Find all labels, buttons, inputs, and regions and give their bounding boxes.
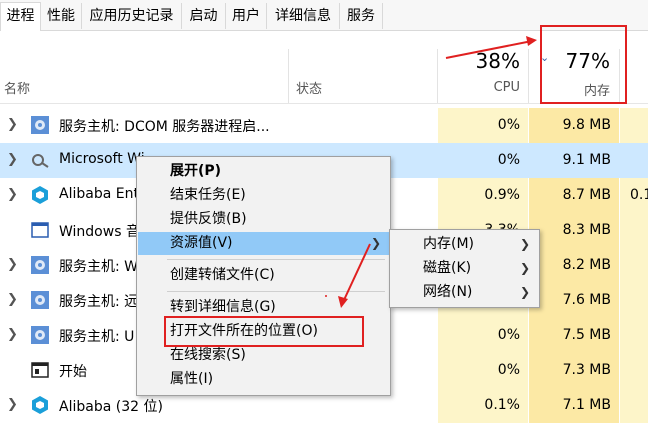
chevron-right-icon[interactable]: ❯ bbox=[7, 187, 18, 202]
annotation-highlight-open-location bbox=[164, 316, 364, 347]
disk-cell bbox=[620, 318, 648, 353]
memory-cell: 9.1 MB bbox=[562, 152, 611, 168]
disk-cell bbox=[620, 388, 648, 423]
submenu-item-disk[interactable]: 磁盘(K) ❯ bbox=[391, 257, 538, 280]
process-name: 服务主机: 远 bbox=[59, 294, 139, 310]
cpu-total-percent[interactable]: 38% bbox=[440, 49, 520, 73]
column-divider[interactable] bbox=[528, 49, 529, 103]
chevron-right-icon[interactable]: ❯ bbox=[7, 257, 18, 272]
search-indexer-icon bbox=[32, 154, 49, 168]
submenu-item-memory[interactable]: 内存(M) ❯ bbox=[391, 233, 538, 256]
chevron-right-icon: ❯ bbox=[519, 237, 530, 251]
chevron-right-icon[interactable]: ❯ bbox=[7, 327, 18, 342]
menu-divider bbox=[167, 291, 385, 292]
annotation-highlight-memory bbox=[540, 25, 627, 104]
gear-icon bbox=[31, 116, 49, 134]
disk-cell bbox=[620, 143, 648, 178]
memory-cell: 8.7 MB bbox=[529, 178, 619, 213]
menu-divider bbox=[167, 259, 385, 260]
resource-values-submenu: 内存(M) ❯ 磁盘(K) ❯ 网络(N) ❯ bbox=[389, 229, 540, 308]
column-name-header[interactable]: 名称 bbox=[4, 78, 30, 97]
process-name: 服务主机: U bbox=[59, 329, 135, 345]
tab-details[interactable]: 详细信息 bbox=[267, 3, 340, 29]
process-name: Windows 音 bbox=[59, 224, 140, 240]
process-name: 服务主机: DCOM 服务器进程启... bbox=[59, 119, 270, 135]
submenu-item-label: 网络(N) bbox=[423, 284, 473, 300]
process-name: Microsoft Wi bbox=[59, 151, 145, 167]
process-name: Alibaba Ent bbox=[59, 186, 139, 202]
gear-icon bbox=[31, 291, 49, 309]
tab-processes[interactable]: 进程 bbox=[0, 2, 41, 31]
menu-item-label: 资源值(V) bbox=[170, 235, 233, 251]
cpu-cell: 0% bbox=[438, 108, 528, 143]
memory-cell: 7.1 MB bbox=[529, 388, 619, 423]
tab-users[interactable]: 用户 bbox=[226, 3, 267, 29]
alibaba-hexagon-icon bbox=[32, 396, 48, 414]
disk-cell bbox=[620, 283, 648, 318]
cpu-cell: 0.9% bbox=[438, 178, 528, 213]
start-icon bbox=[31, 362, 49, 378]
disk-cell bbox=[620, 248, 648, 283]
chevron-right-icon: ❯ bbox=[519, 285, 530, 299]
menu-item-feedback[interactable]: 提供反馈(B) bbox=[138, 208, 389, 231]
chevron-right-icon: ❯ bbox=[519, 261, 530, 275]
gear-icon bbox=[31, 256, 49, 274]
cpu-column-header[interactable]: CPU bbox=[440, 80, 520, 95]
cpu-cell: 0.1% bbox=[438, 388, 528, 423]
chevron-right-icon[interactable]: ❯ bbox=[7, 117, 18, 132]
chevron-right-icon[interactable]: ❯ bbox=[7, 152, 18, 167]
memory-cell: 7.6 MB bbox=[529, 283, 619, 318]
table-row[interactable]: ❯ 服务主机: DCOM 服务器进程启... 0% 9.8 MB bbox=[0, 108, 648, 143]
disk-cell bbox=[620, 353, 648, 388]
tab-app-history[interactable]: 应用历史记录 bbox=[82, 3, 182, 29]
menu-item-end-task[interactable]: 结束任务(E) bbox=[138, 184, 389, 207]
window-icon bbox=[31, 222, 49, 238]
menu-item-resource-values[interactable]: 资源值(V) ❯ bbox=[138, 232, 389, 255]
memory-cell: 8.3 MB bbox=[529, 213, 619, 248]
cpu-cell: 0% bbox=[497, 152, 520, 168]
disk-cell bbox=[620, 108, 648, 143]
memory-cell: 9.8 MB bbox=[529, 108, 619, 143]
disk-cell bbox=[620, 213, 648, 248]
submenu-item-label: 磁盘(K) bbox=[423, 260, 472, 276]
process-name: Alibaba (32 位) bbox=[59, 399, 163, 415]
menu-item-expand[interactable]: 展开(P) bbox=[138, 160, 389, 183]
tab-performance[interactable]: 性能 bbox=[41, 3, 82, 29]
chevron-right-icon[interactable]: ❯ bbox=[7, 397, 18, 412]
context-menu: 展开(P) 结束任务(E) 提供反馈(B) 资源值(V) ❯ 创建转储文件(C)… bbox=[136, 156, 391, 396]
column-status-header[interactable]: 状态 bbox=[296, 78, 322, 97]
process-name: 服务主机: W bbox=[59, 259, 139, 275]
submenu-item-network[interactable]: 网络(N) ❯ bbox=[391, 281, 538, 304]
column-divider[interactable] bbox=[437, 49, 438, 103]
submenu-item-label: 内存(M) bbox=[423, 236, 475, 252]
menu-item-search-online[interactable]: 在线搜索(S) bbox=[138, 344, 389, 367]
process-name: 开始 bbox=[59, 364, 87, 380]
tab-services[interactable]: 服务 bbox=[340, 3, 383, 29]
memory-cell: 7.3 MB bbox=[529, 353, 619, 388]
chevron-right-icon[interactable]: ❯ bbox=[7, 292, 18, 307]
alibaba-hexagon-icon bbox=[32, 186, 48, 204]
column-divider[interactable] bbox=[288, 49, 289, 103]
cpu-cell: 0% bbox=[438, 353, 528, 388]
menu-item-properties[interactable]: 属性(I) bbox=[138, 368, 389, 391]
tab-startup[interactable]: 启动 bbox=[182, 3, 226, 29]
menu-item-create-dump[interactable]: 创建转储文件(C) bbox=[138, 264, 389, 287]
chevron-right-icon: ❯ bbox=[370, 236, 381, 250]
gear-icon bbox=[31, 326, 49, 344]
memory-cell: 7.5 MB bbox=[529, 318, 619, 353]
memory-cell: 8.2 MB bbox=[529, 248, 619, 283]
cpu-cell: 0% bbox=[438, 318, 528, 353]
disk-cell: 0.1 bbox=[620, 178, 648, 213]
